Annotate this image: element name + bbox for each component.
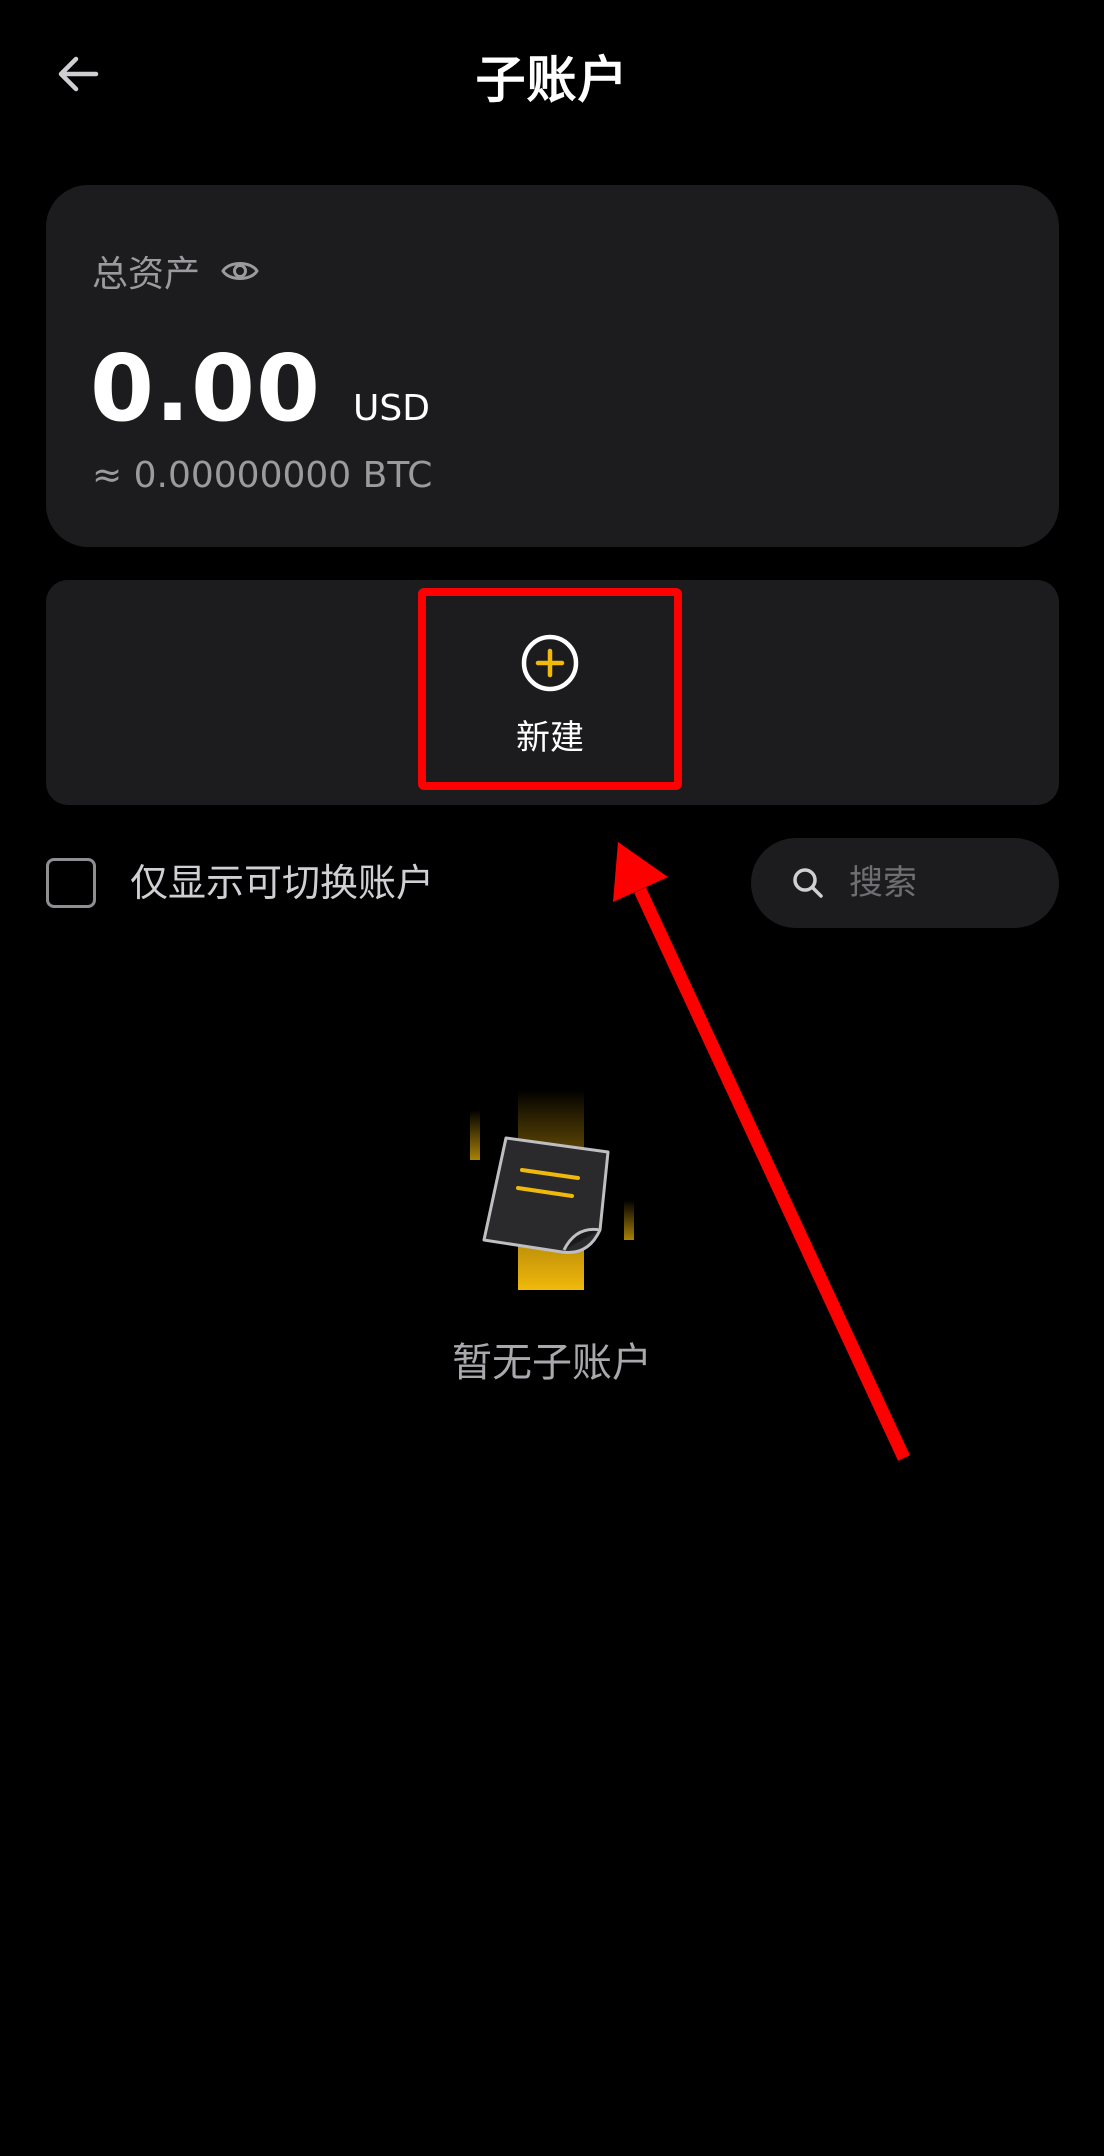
switchable-only-label[interactable]: 仅显示可切换账户 bbox=[130, 858, 434, 908]
empty-document-icon bbox=[470, 1090, 634, 1290]
total-assets-currency: USD bbox=[353, 388, 430, 429]
sub-account-page: 子账户 总资产 0.00 USD ≈ 0.00000000 BTC 新建 仅显示… bbox=[0, 0, 1104, 2156]
total-assets-label-row: 总资产 bbox=[92, 245, 262, 297]
search-input[interactable] bbox=[849, 863, 1039, 903]
total-assets-amount: 0.00 bbox=[90, 335, 321, 442]
switchable-only-checkbox[interactable] bbox=[46, 858, 96, 908]
create-sub-account-card: 新建 bbox=[46, 580, 1059, 805]
search-icon bbox=[793, 868, 823, 898]
total-assets-amount-row: 0.00 USD bbox=[90, 335, 430, 442]
empty-state-text: 暂无子账户 bbox=[452, 1340, 652, 1386]
header: 子账户 bbox=[0, 0, 1104, 150]
total-assets-label: 总资产 bbox=[92, 254, 201, 295]
create-label: 新建 bbox=[516, 717, 584, 758]
eye-icon bbox=[221, 262, 259, 280]
plus-circle-icon bbox=[521, 634, 579, 691]
search-box[interactable] bbox=[751, 838, 1059, 928]
total-assets-btc-equivalent: ≈ 0.00000000 BTC bbox=[92, 455, 433, 496]
toggle-visibility-button[interactable] bbox=[218, 249, 262, 293]
page-title: 子账户 bbox=[475, 51, 629, 109]
filter-row: 仅显示可切换账户 bbox=[46, 838, 1059, 950]
create-sub-account-button[interactable]: 新建 bbox=[420, 588, 680, 788]
total-assets-card: 总资产 0.00 USD ≈ 0.00000000 BTC bbox=[46, 185, 1059, 547]
